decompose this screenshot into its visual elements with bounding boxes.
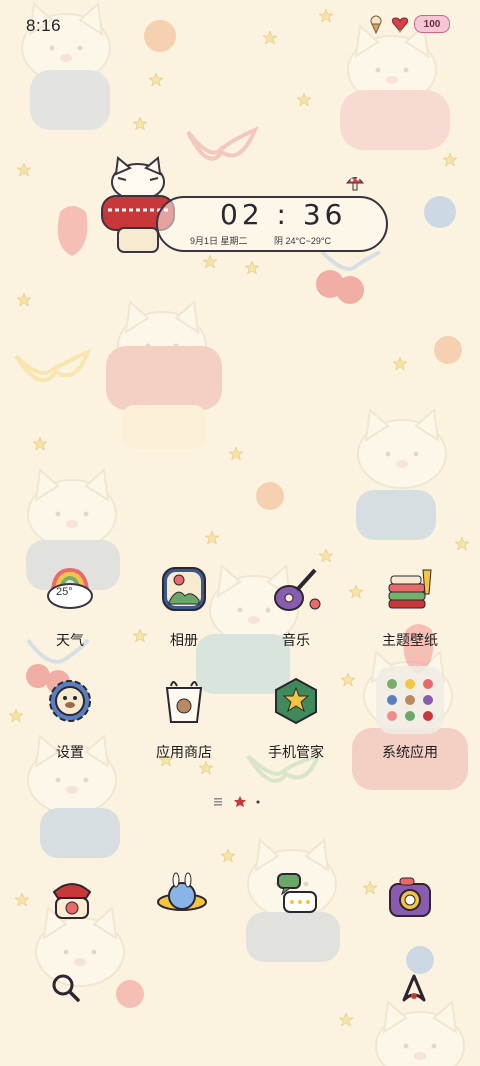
assistant-icon[interactable] bbox=[396, 970, 432, 1006]
app-label: 相册 bbox=[170, 632, 198, 648]
search-icon[interactable] bbox=[48, 970, 84, 1006]
app-store-bag-icon bbox=[165, 681, 203, 723]
planet-bunny-icon bbox=[157, 872, 207, 911]
message-bubbles-icon bbox=[277, 873, 317, 913]
dock-messages[interactable] bbox=[272, 872, 324, 924]
camera-icon bbox=[389, 877, 431, 917]
dock-phone[interactable] bbox=[46, 872, 98, 924]
app-label: 主题壁纸 bbox=[382, 632, 438, 648]
app-weather[interactable]: 25° 天气 bbox=[20, 564, 120, 664]
shield-star-icon bbox=[275, 677, 317, 725]
dock-browser[interactable] bbox=[156, 872, 208, 924]
folder-icon bbox=[376, 666, 444, 734]
phone-icon bbox=[52, 883, 92, 919]
app-gallery[interactable]: 相册 bbox=[134, 564, 234, 664]
app-music[interactable]: 音乐 bbox=[246, 564, 346, 664]
heart-flower-icon bbox=[391, 17, 409, 33]
mushroom-icon bbox=[346, 177, 364, 191]
ice-cream-icon bbox=[370, 15, 382, 34]
app-folder-system[interactable]: 系统应用 bbox=[360, 664, 460, 764]
guitar-icon bbox=[274, 568, 321, 611]
dock-camera[interactable] bbox=[384, 872, 436, 924]
app-settings[interactable]: 设置 bbox=[20, 676, 120, 776]
app-phone-manager[interactable]: 手机管家 bbox=[246, 676, 346, 776]
page-indicator[interactable] bbox=[212, 796, 272, 808]
status-time: 8:16 bbox=[26, 16, 62, 35]
clock-time: 02 : 36 bbox=[220, 198, 347, 231]
weather-temp: 25° bbox=[56, 586, 73, 598]
app-label: 音乐 bbox=[282, 632, 310, 648]
theme-icon bbox=[388, 569, 432, 609]
app-theme[interactable]: 主题壁纸 bbox=[360, 564, 460, 664]
menu-lines-icon bbox=[214, 798, 222, 806]
clock-widget[interactable]: 02 : 36 9月1日 星期二 阴 24°C~29°C bbox=[98, 150, 398, 260]
gallery-icon bbox=[162, 567, 206, 611]
app-label: 设置 bbox=[56, 744, 84, 760]
app-label: 系统应用 bbox=[382, 744, 438, 760]
clock-weather: 阴 24°C~29°C bbox=[274, 236, 331, 246]
app-label: 应用商店 bbox=[156, 744, 212, 760]
settings-gear-icon bbox=[49, 680, 91, 722]
status-bar: 8:16 100 bbox=[0, 0, 480, 48]
app-label: 手机管家 bbox=[268, 744, 324, 760]
battery-indicator: 100 bbox=[414, 15, 450, 33]
clock-date: 9月1日 星期二 bbox=[190, 236, 248, 246]
status-icons: 100 bbox=[366, 14, 450, 34]
app-store[interactable]: 应用商店 bbox=[134, 676, 234, 776]
app-label: 天气 bbox=[56, 632, 84, 648]
